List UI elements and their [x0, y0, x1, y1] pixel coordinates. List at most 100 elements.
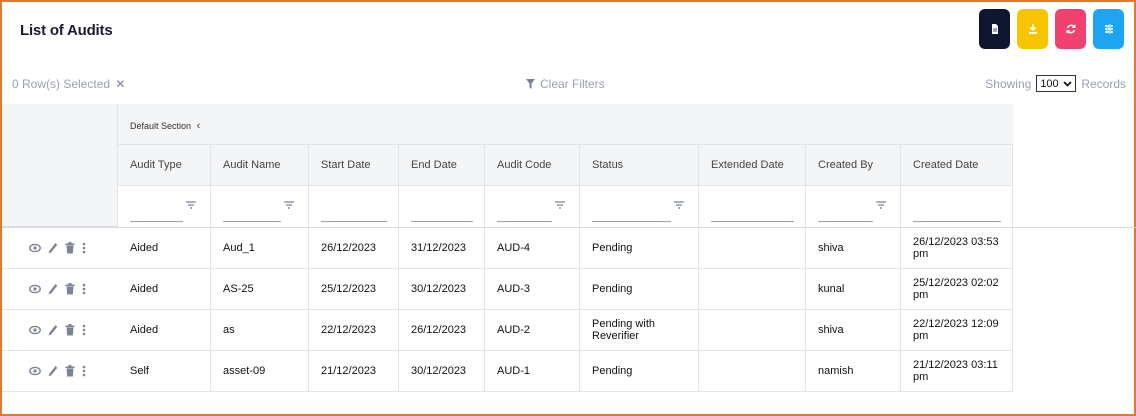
chevron-down-icon	[1063, 80, 1072, 87]
filter-underline	[497, 221, 552, 222]
column-filter-input[interactable]	[309, 186, 399, 227]
clear-selection-icon[interactable]: ✕	[115, 77, 125, 91]
table-cell: Pending	[580, 228, 699, 268]
showing-label: Showing	[985, 76, 1032, 91]
filter-underline	[592, 221, 671, 222]
column-header[interactable]: Extended Date	[699, 145, 806, 185]
column-header[interactable]: Audit Type	[118, 145, 211, 185]
table-cell: 30/12/2023	[399, 269, 485, 309]
table-cell: Aided	[118, 269, 211, 309]
column-header-row: Audit Type Audit Name Start Date End Date Au…	[118, 145, 1013, 186]
more-icon[interactable]	[82, 283, 86, 295]
column-filter-input[interactable]	[806, 186, 901, 227]
table-cell: 21/12/2023 03:11 pm	[901, 351, 1013, 391]
filter-menu-icon[interactable]	[284, 201, 294, 209]
clear-filters-label: Clear Filters	[540, 77, 605, 91]
filter-underline	[223, 221, 281, 222]
column-filter-input[interactable]	[901, 186, 1013, 227]
row-actions	[2, 310, 118, 351]
table-cell: as	[211, 310, 309, 350]
table-row[interactable]: Self asset-09 21/12/2023 30/12/2023 AUD-1 Pen…	[118, 351, 1013, 392]
rows-selected-label: 0 Row(s) Selected	[12, 77, 111, 91]
filter-row	[118, 186, 1013, 227]
delete-icon[interactable]	[65, 242, 75, 254]
column-filter-input[interactable]	[118, 186, 211, 227]
column-header[interactable]: Start Date	[309, 145, 399, 185]
table-cell	[699, 310, 806, 350]
table-cell: kunal	[806, 269, 901, 309]
section-label: Default Section ‹	[130, 120, 201, 132]
column-filter-input[interactable]	[211, 186, 309, 227]
view-icon[interactable]	[29, 243, 41, 253]
column-filter-input[interactable]	[399, 186, 485, 227]
filter-icon	[526, 79, 535, 89]
table-cell	[699, 269, 806, 309]
table-cell: Pending	[580, 269, 699, 309]
app-frame: List of Audits 0 Row(s) Selected ✕ Clear…	[0, 0, 1136, 416]
download-button[interactable]	[1017, 9, 1048, 49]
page-size-control: Showing 100 Records	[985, 75, 1126, 92]
table-cell: Pending with Reverifier	[580, 310, 699, 350]
section-header[interactable]: Default Section ‹	[118, 104, 1013, 145]
table-cell: AUD-3	[485, 269, 580, 309]
filter-underline	[130, 221, 183, 222]
table-cell: asset-09	[211, 351, 309, 391]
columns-button[interactable]	[1093, 9, 1124, 49]
table-row[interactable]: Aided as 22/12/2023 26/12/2023 AUD-2 Pending …	[118, 310, 1013, 351]
table-cell	[699, 228, 806, 268]
table-cell: shiva	[806, 310, 901, 350]
row-actions-header	[2, 104, 118, 227]
table-row[interactable]: Aided Aud_1 26/12/2023 31/12/2023 AUD-4 Pendi…	[118, 228, 1013, 269]
filter-menu-icon[interactable]	[674, 201, 684, 209]
more-icon[interactable]	[82, 365, 86, 377]
column-header[interactable]: Created Date	[901, 145, 1013, 185]
column-header[interactable]: Audit Name	[211, 145, 309, 185]
export-pdf-button[interactable]	[979, 9, 1010, 49]
row-actions	[2, 351, 118, 392]
delete-icon[interactable]	[65, 365, 75, 377]
filter-underline	[711, 221, 794, 222]
edit-icon[interactable]	[48, 242, 58, 254]
table-cell: 21/12/2023	[309, 351, 399, 391]
delete-icon[interactable]	[65, 283, 75, 295]
filter-underline	[411, 221, 473, 222]
page-title: List of Audits	[20, 22, 113, 39]
view-icon[interactable]	[29, 284, 41, 294]
table-cell: shiva	[806, 228, 901, 268]
page-size-select[interactable]: 100	[1036, 75, 1077, 92]
action-toolbar	[979, 9, 1124, 49]
edit-icon[interactable]	[48, 324, 58, 336]
row-actions	[2, 228, 118, 269]
filter-menu-icon[interactable]	[876, 201, 886, 209]
delete-icon[interactable]	[65, 324, 75, 336]
table-cell: 30/12/2023	[399, 351, 485, 391]
table-row[interactable]: Aided AS-25 25/12/2023 30/12/2023 AUD-3 Pendi…	[118, 269, 1013, 310]
chevron-left-icon[interactable]: ‹	[197, 120, 201, 132]
filter-menu-icon[interactable]	[555, 201, 565, 209]
column-header[interactable]: Created By	[806, 145, 901, 185]
more-icon[interactable]	[82, 324, 86, 336]
clear-filters-button[interactable]: Clear Filters	[526, 77, 605, 91]
column-header[interactable]: Audit Code	[485, 145, 580, 185]
records-label: Records	[1081, 76, 1126, 91]
column-header[interactable]: Status	[580, 145, 699, 185]
view-icon[interactable]	[29, 366, 41, 376]
table-cell: AUD-4	[485, 228, 580, 268]
download-icon	[1028, 24, 1037, 34]
edit-icon[interactable]	[48, 365, 58, 377]
refresh-button[interactable]	[1055, 9, 1086, 49]
filter-underline	[913, 221, 1001, 222]
column-header[interactable]: End Date	[399, 145, 485, 185]
rows-selected-indicator: 0 Row(s) Selected ✕	[12, 77, 125, 91]
table-cell: Aud_1	[211, 228, 309, 268]
more-icon[interactable]	[82, 242, 86, 254]
table-toolbar: 0 Row(s) Selected ✕ Clear Filters Showin…	[2, 74, 1134, 94]
column-filter-input[interactable]	[699, 186, 806, 227]
filter-menu-icon[interactable]	[186, 201, 196, 209]
table-cell: 22/12/2023 12:09 pm	[901, 310, 1013, 350]
edit-icon[interactable]	[48, 283, 58, 295]
column-filter-input[interactable]	[580, 186, 699, 227]
table-cell: 26/12/2023	[309, 228, 399, 268]
view-icon[interactable]	[29, 325, 41, 335]
column-filter-input[interactable]	[485, 186, 580, 227]
